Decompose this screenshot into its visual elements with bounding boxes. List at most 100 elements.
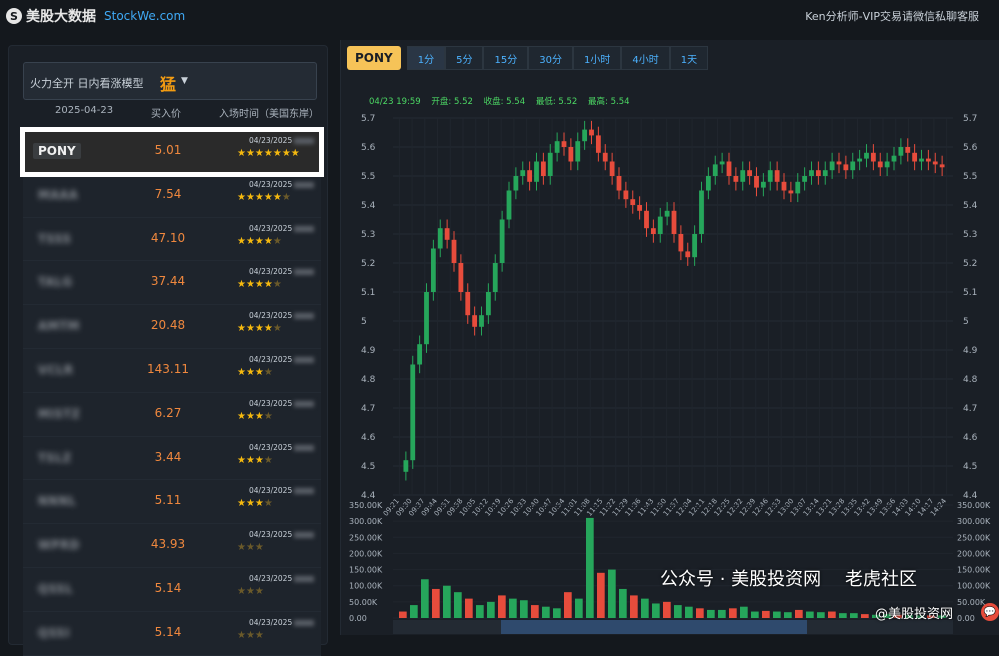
volume-bar xyxy=(861,614,869,618)
row-stars-dim: ★ xyxy=(272,279,282,291)
signal-row[interactable]: AMTM 20.48 04/23/2025 ★★★★★ xyxy=(23,305,321,349)
candle-body xyxy=(747,170,753,176)
candle-body xyxy=(877,161,883,168)
candlestick-chart[interactable]: 5.7 5.7 5.6 5.6 5.5 5.5 5.4 5.4 5.3 5.3 5.2 5.2 5.1 5… xyxy=(341,40,999,635)
candle-body xyxy=(582,129,588,142)
candle-body xyxy=(424,292,429,345)
row-stars-dim: ★★★ xyxy=(237,629,264,641)
row-time-blurred xyxy=(294,269,315,276)
row-ticker: NNNL xyxy=(38,494,76,509)
volume-bar xyxy=(432,588,440,618)
row-stars: ★★★ xyxy=(237,630,264,641)
row-stars: ★★★★★★ xyxy=(237,192,291,203)
signal-row[interactable]: TSSS 47.10 04/23/2025 ★★★★★ xyxy=(23,217,321,262)
volume-bar xyxy=(839,613,847,618)
candle-body xyxy=(815,170,821,176)
chat-icon[interactable]: 💬 xyxy=(981,603,999,621)
y-tick-label-right: 4.4 xyxy=(963,491,978,501)
volume-bar xyxy=(652,603,660,618)
candle-body xyxy=(465,292,471,316)
contact-link[interactable]: Ken分析师-VIP交易请微信私聊客服 xyxy=(805,8,979,24)
signal-row[interactable]: QSSI 5.14 04/23/2025 ★★★ xyxy=(23,611,321,656)
volume-tick-label-right: 250.00K xyxy=(957,533,991,542)
price-column-header: 买入价 xyxy=(151,109,181,120)
signal-rows: PONY 5.01 04/23/2025 ★★★★★★★ MAAA 7.54 04/23/2… xyxy=(20,127,324,656)
volume-tick-label-right: 100.00K xyxy=(957,582,991,591)
signal-row[interactable]: MAAA 7.54 04/23/2025 ★★★★★★ xyxy=(23,173,321,218)
y-tick-label-left: 5.1 xyxy=(361,288,375,298)
y-tick-label-left: 5.6 xyxy=(361,143,376,153)
candle-body xyxy=(692,234,698,258)
row-stars-filled: ★★★★ xyxy=(237,323,273,335)
volume-tick-label-right: 0.00 xyxy=(957,614,975,623)
site-link[interactable]: StockWe.com xyxy=(104,9,185,23)
row-date: 04/23/2025 xyxy=(249,267,315,276)
volume-bar xyxy=(421,579,429,618)
y-tick-label-left: 5.2 xyxy=(361,259,375,269)
candle-body xyxy=(534,161,539,182)
y-tick-label-right: 5.1 xyxy=(963,288,977,298)
volume-bar xyxy=(608,569,616,618)
logo[interactable]: S 美股大数据 StockWe.com xyxy=(6,6,185,26)
y-tick-label-left: 5.7 xyxy=(361,114,375,124)
candle-body xyxy=(905,147,911,153)
row-date: 04/23/2025 xyxy=(249,618,315,627)
wechat-watermark: 公众号 · 美股投资网 xyxy=(660,569,822,590)
candle-body xyxy=(932,161,938,165)
row-stars-dim: ★ xyxy=(263,454,273,466)
y-tick-label-right: 5 xyxy=(963,317,969,327)
volume-bar xyxy=(564,592,572,618)
candle-body xyxy=(857,158,863,162)
row-date: 04/23/2025 xyxy=(249,355,315,364)
row-stars: ★★★★ xyxy=(237,455,273,466)
model-selector[interactable]: 火力全开 日内看涨模型 猛 ▼ xyxy=(23,62,317,100)
row-ticker: TSSS xyxy=(38,231,72,246)
row-price: 20.48 xyxy=(150,318,186,333)
logo-icon: S xyxy=(6,8,22,24)
signal-row[interactable]: NNNL 5.11 04/23/2025 ★★★★ xyxy=(23,480,321,525)
candle-body xyxy=(891,155,897,162)
signal-row[interactable]: TALG 37.44 04/23/2025 ★★★★★ xyxy=(23,261,321,306)
row-stars-filled: ★★★★ xyxy=(237,279,273,291)
candle-body xyxy=(912,152,918,162)
y-tick-label-left: 4.6 xyxy=(361,433,376,443)
signal-row[interactable]: VCLR 143.11 04/23/2025 ★★★★ xyxy=(23,348,321,393)
candle-body xyxy=(884,161,890,168)
signal-row[interactable]: WPRD 43.93 04/23/2025 ★★★ xyxy=(23,524,321,568)
candle-body xyxy=(829,161,835,171)
row-ticker: AMTM xyxy=(38,319,80,334)
row-stars-filled: ★★★★★★★ xyxy=(237,148,300,159)
candle-body xyxy=(760,181,766,188)
row-time-blurred xyxy=(294,313,315,320)
volume-tick-label-right: 150.00K xyxy=(957,566,991,575)
volume-bar xyxy=(619,588,627,618)
volume-tick-label-right: 350.00K xyxy=(957,501,991,510)
sub-watermark: @美股投资网 xyxy=(875,607,954,622)
y-tick-label-left: 4.8 xyxy=(361,375,376,385)
volume-bar xyxy=(850,613,858,618)
candle-body xyxy=(767,170,773,182)
volume-tick-label-left: 300.00K xyxy=(349,517,383,526)
signal-row[interactable]: PONY 5.01 04/23/2025 ★★★★★★★ xyxy=(20,127,324,177)
row-price: 143.11 xyxy=(147,361,189,376)
row-stars-dim: ★ xyxy=(272,323,282,335)
row-stars-dim: ★ xyxy=(263,498,273,510)
candle-body xyxy=(616,176,622,191)
row-price: 3.44 xyxy=(154,449,182,464)
y-tick-label-right: 5.2 xyxy=(963,259,977,269)
candle-body xyxy=(864,152,869,159)
volume-bar xyxy=(718,609,726,618)
row-ticker: WPRD xyxy=(38,538,80,553)
y-tick-label-right: 4.7 xyxy=(963,404,977,414)
volume-bar xyxy=(542,606,550,618)
candle-body xyxy=(712,164,718,176)
candle-body xyxy=(602,152,608,162)
signal-row[interactable]: QSSL 5.14 04/23/2025 ★★★ xyxy=(23,567,321,612)
signal-row[interactable]: TSLZ 3.44 04/23/2025 ★★★★ xyxy=(23,436,321,481)
y-tick-label-right: 5.5 xyxy=(963,172,977,182)
volume-bar xyxy=(520,600,528,618)
row-time-blurred xyxy=(294,488,315,495)
signal-row[interactable]: MISTZ 6.27 04/23/2025 ★★★★ xyxy=(23,392,321,437)
candle-body xyxy=(898,147,904,156)
volume-tick-label-right: 50.00K xyxy=(957,598,986,607)
